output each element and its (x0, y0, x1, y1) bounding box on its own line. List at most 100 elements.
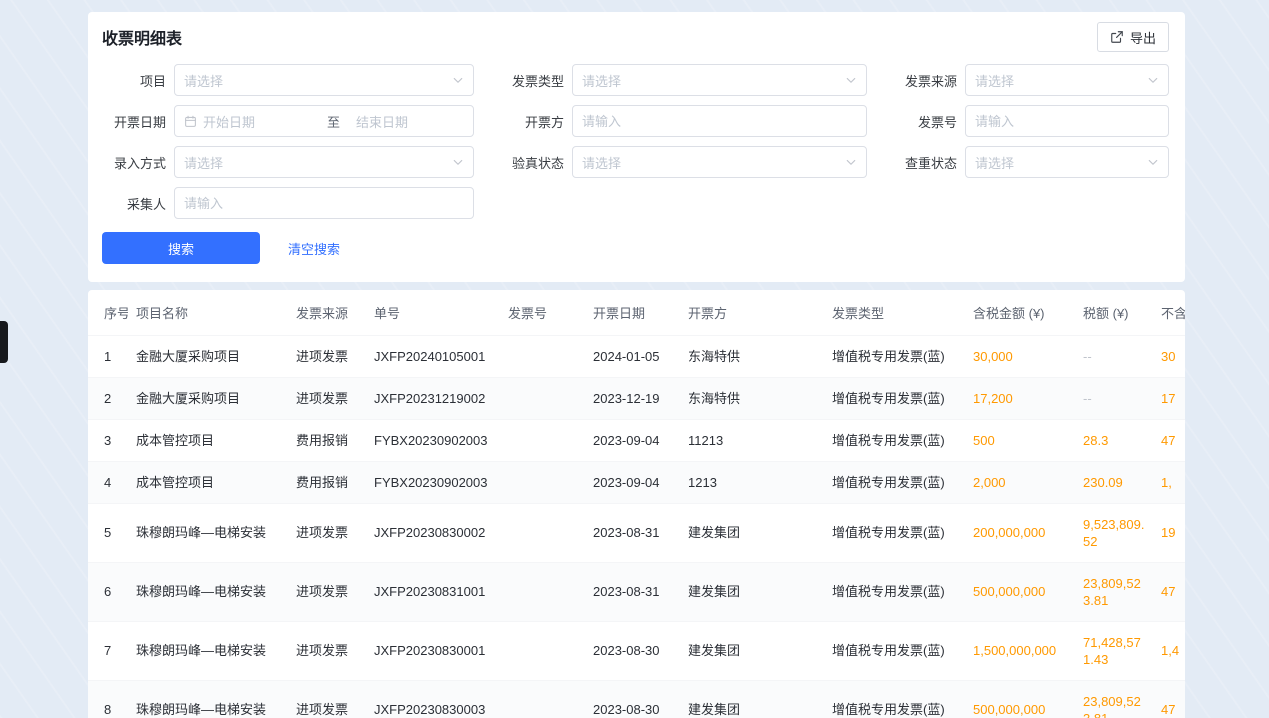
issuer-field: 开票方 (500, 105, 867, 137)
chevron-down-icon (845, 156, 857, 168)
cell-amount-without-tax: 47 (1155, 563, 1185, 622)
cell-issuer: 建发集团 (680, 504, 824, 563)
invoice-type-select[interactable]: 请选择 (572, 64, 867, 96)
invoice-no-input[interactable] (965, 105, 1169, 137)
cell-project-name: 珠穆朗玛峰—电梯安装 (128, 563, 288, 622)
calendar-icon (184, 115, 197, 128)
cell-amount-without-tax: 47 (1155, 420, 1185, 462)
cell-amount-with-tax: 1,500,000,000 (965, 622, 1075, 681)
duplicate-status-placeholder: 请选择 (975, 153, 1141, 172)
cell-amount-without-tax: 47 (1155, 681, 1185, 718)
cell-project-name: 金融大厦采购项目 (128, 378, 288, 420)
cell-order-no: JXFP20230830003 (366, 681, 500, 718)
table-row: 5 珠穆朗玛峰—电梯安装 进项发票 JXFP20230830002 2023-0… (88, 504, 1185, 563)
cell-invoice-source: 进项发票 (288, 563, 366, 622)
invoice-date-range-picker[interactable]: 开始日期 至 结束日期 (174, 105, 474, 137)
collector-label: 采集人 (102, 194, 166, 213)
main-content: 收票明细表 导出 项目 请选择 (88, 12, 1185, 718)
cell-invoice-type: 增值税专用发票(蓝) (824, 420, 965, 462)
cell-amount-without-tax: 1, (1155, 462, 1185, 504)
export-button[interactable]: 导出 (1097, 22, 1169, 52)
cell-amount-with-tax: 30,000 (965, 336, 1075, 378)
search-button[interactable]: 搜索 (102, 232, 260, 264)
col-amount-without-tax: 不含 (1155, 290, 1185, 336)
invoice-source-select[interactable]: 请选择 (965, 64, 1169, 96)
cell-amount-with-tax: 200,000,000 (965, 504, 1075, 563)
cell-invoice-date: 2023-09-04 (585, 420, 680, 462)
project-field: 项目 请选择 (102, 64, 474, 96)
table-header-row: 序号 项目名称 发票来源 单号 发票号 开票日期 开票方 发票类型 含税金额 (… (88, 290, 1185, 336)
collector-input[interactable] (174, 187, 474, 219)
end-date-placeholder: 结束日期 (356, 112, 464, 131)
duplicate-status-select[interactable]: 请选择 (965, 146, 1169, 178)
cell-amount-with-tax: 2,000 (965, 462, 1075, 504)
cell-invoice-source: 费用报销 (288, 462, 366, 504)
cell-issuer: 建发集团 (680, 563, 824, 622)
project-placeholder: 请选择 (184, 71, 446, 90)
cell-order-no: FYBX20230902003 (366, 420, 500, 462)
cell-invoice-source: 进项发票 (288, 378, 366, 420)
invoice-source-label: 发票来源 (893, 71, 957, 90)
duplicate-status-label: 查重状态 (893, 153, 957, 172)
cell-project-name: 珠穆朗玛峰—电梯安装 (128, 504, 288, 563)
verify-status-field: 验真状态 请选择 (500, 146, 867, 178)
cell-amount-without-tax: 19 (1155, 504, 1185, 563)
cell-invoice-no (500, 681, 585, 718)
cell-amount-with-tax: 500,000,000 (965, 681, 1075, 718)
duplicate-status-field: 查重状态 请选择 (893, 146, 1169, 178)
invoice-source-field: 发票来源 请选择 (893, 64, 1169, 96)
cell-tax: 28.3 (1075, 420, 1155, 462)
filter-panel: 收票明细表 导出 项目 请选择 (88, 12, 1185, 282)
cell-tax: -- (1075, 378, 1155, 420)
clear-search-link[interactable]: 清空搜索 (288, 239, 340, 258)
cell-invoice-no (500, 563, 585, 622)
cell-invoice-no (500, 420, 585, 462)
collector-field: 采集人 (102, 187, 474, 219)
cell-invoice-type: 增值税专用发票(蓝) (824, 462, 965, 504)
cell-project-name: 成本管控项目 (128, 462, 288, 504)
cell-issuer: 1213 (680, 462, 824, 504)
col-invoice-no: 发票号 (500, 290, 585, 336)
cell-issuer: 建发集团 (680, 681, 824, 718)
entry-method-placeholder: 请选择 (184, 153, 446, 172)
cell-index: 2 (88, 378, 128, 420)
verify-status-placeholder: 请选择 (582, 153, 839, 172)
table-row: 7 珠穆朗玛峰—电梯安装 进项发票 JXFP20230830001 2023-0… (88, 622, 1185, 681)
cell-invoice-type: 增值税专用发票(蓝) (824, 378, 965, 420)
date-range-separator: 至 (317, 112, 350, 131)
cell-invoice-source: 进项发票 (288, 504, 366, 563)
cell-tax: 23,809,523.81 (1075, 681, 1155, 718)
cell-project-name: 成本管控项目 (128, 420, 288, 462)
table-row: 4 成本管控项目 费用报销 FYBX20230902003 2023-09-04… (88, 462, 1185, 504)
invoice-date-label: 开票日期 (102, 112, 166, 131)
cell-issuer: 建发集团 (680, 622, 824, 681)
cell-invoice-date: 2023-08-31 (585, 504, 680, 563)
cell-invoice-date: 2023-08-30 (585, 681, 680, 718)
page-header: 收票明细表 导出 (102, 22, 1169, 52)
cell-invoice-date: 2024-01-05 (585, 336, 680, 378)
entry-method-label: 录入方式 (102, 153, 166, 172)
issuer-input[interactable] (572, 105, 867, 137)
invoice-source-placeholder: 请选择 (975, 71, 1141, 90)
cell-invoice-no (500, 378, 585, 420)
entry-method-select[interactable]: 请选择 (174, 146, 474, 178)
invoice-no-label: 发票号 (893, 112, 957, 131)
entry-method-field: 录入方式 请选择 (102, 146, 474, 178)
project-label: 项目 (102, 71, 166, 90)
cell-tax: -- (1075, 336, 1155, 378)
cell-order-no: JXFP20240105001 (366, 336, 500, 378)
cell-invoice-date: 2023-08-30 (585, 622, 680, 681)
chevron-down-icon (1147, 156, 1159, 168)
table-panel: 序号 项目名称 发票来源 单号 发票号 开票日期 开票方 发票类型 含税金额 (… (88, 290, 1185, 718)
project-select[interactable]: 请选择 (174, 64, 474, 96)
col-project-name: 项目名称 (128, 290, 288, 336)
cell-issuer: 东海特供 (680, 378, 824, 420)
cell-index: 5 (88, 504, 128, 563)
verify-status-select[interactable]: 请选择 (572, 146, 867, 178)
chevron-down-icon (845, 74, 857, 86)
drawer-handle[interactable] (0, 321, 8, 363)
export-icon (1110, 30, 1124, 44)
cell-tax: 230.09 (1075, 462, 1155, 504)
cell-tax: 23,809,523.81 (1075, 563, 1155, 622)
cell-tax: 71,428,571.43 (1075, 622, 1155, 681)
